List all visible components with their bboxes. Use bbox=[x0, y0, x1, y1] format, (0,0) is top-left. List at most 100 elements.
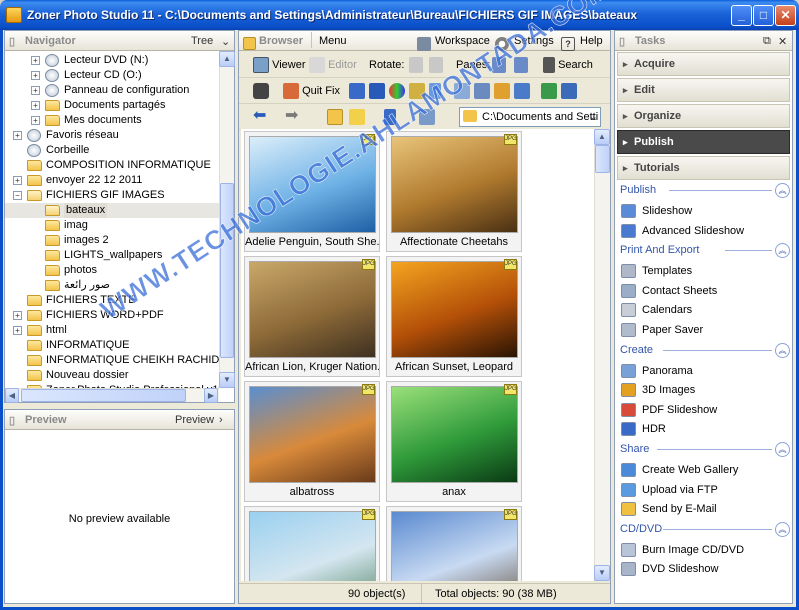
scroll-right-icon[interactable]: ▶ bbox=[204, 388, 218, 403]
task-button-organize[interactable]: Organize bbox=[617, 104, 790, 128]
task-section-header[interactable]: Print And Export ︽ bbox=[620, 243, 790, 259]
resize-icon[interactable] bbox=[474, 82, 490, 100]
rotate-left-icon[interactable] bbox=[409, 56, 423, 74]
tree-item[interactable]: FICHIERS TEXTE bbox=[5, 293, 219, 308]
tree-item[interactable]: Corbeille bbox=[5, 143, 219, 158]
expander-icon[interactable]: + bbox=[31, 71, 40, 80]
chevron-down-icon[interactable]: ⌄ bbox=[589, 108, 598, 126]
expander-icon[interactable]: + bbox=[13, 131, 22, 140]
pin-icon[interactable]: ▯ bbox=[9, 35, 15, 48]
task-item[interactable]: Send by E-Mail bbox=[621, 500, 717, 518]
tree-item[interactable]: صور رائعة bbox=[5, 278, 219, 293]
navigator-vertical-scrollbar[interactable]: ▲ ▼ bbox=[219, 51, 235, 388]
task-item[interactable]: 3D Images bbox=[621, 381, 695, 399]
preview-mode[interactable]: Preview bbox=[175, 414, 214, 426]
color-icon[interactable] bbox=[389, 82, 405, 100]
task-button-edit[interactable]: Edit bbox=[617, 78, 790, 102]
tree-item[interactable]: + Favoris réseau bbox=[5, 128, 219, 143]
chevron-down-icon[interactable]: ⌄ bbox=[221, 35, 230, 48]
expander-icon[interactable]: + bbox=[31, 56, 40, 65]
back-arrow-icon[interactable]: ⬅ bbox=[253, 108, 266, 126]
brush-icon[interactable] bbox=[409, 82, 425, 100]
tree-item[interactable]: + Mes documents bbox=[5, 113, 219, 128]
task-item[interactable]: DVD Slideshow bbox=[621, 560, 718, 578]
forward-arrow-icon[interactable]: ➡ bbox=[285, 108, 298, 126]
task-item[interactable]: Create Web Gallery bbox=[621, 461, 738, 479]
tree-item[interactable]: + Lecteur DVD (N:) bbox=[5, 53, 219, 68]
horizontal-scroll-thumb[interactable] bbox=[21, 389, 186, 402]
task-item[interactable]: Panorama bbox=[621, 362, 693, 380]
levels-icon[interactable] bbox=[349, 82, 365, 100]
task-section-header[interactable]: CD/DVD ︽ bbox=[620, 521, 790, 538]
task-item[interactable]: Paper Saver bbox=[621, 321, 703, 339]
task-item[interactable]: PDF Slideshow bbox=[621, 401, 717, 419]
search-button[interactable]: Search bbox=[543, 56, 593, 74]
tree-item[interactable]: INFORMATIQUE CHEIKH RACHID bbox=[5, 353, 219, 368]
expander-icon[interactable]: + bbox=[13, 176, 22, 185]
chevron-right-icon[interactable]: › bbox=[219, 414, 223, 426]
settings-button[interactable]: Settings bbox=[514, 35, 554, 47]
task-item[interactable]: Slideshow bbox=[621, 202, 692, 220]
effects-icon[interactable] bbox=[494, 82, 510, 100]
scroll-up-icon[interactable]: ▲ bbox=[594, 129, 610, 145]
thumbnail[interactable]: JPG bbox=[244, 506, 380, 581]
expander-icon[interactable]: − bbox=[13, 191, 22, 200]
rotate-right-icon[interactable] bbox=[429, 56, 443, 74]
tree-item[interactable]: + html bbox=[5, 323, 219, 338]
editor-button[interactable]: Editor bbox=[309, 56, 357, 74]
task-button-tutorials[interactable]: Tutorials bbox=[617, 156, 790, 180]
task-item[interactable]: Upload via FTP bbox=[621, 481, 718, 499]
collapse-icon[interactable]: ︽ bbox=[775, 243, 790, 259]
panes-left-icon[interactable] bbox=[492, 56, 506, 74]
scroll-down-icon[interactable]: ▼ bbox=[219, 372, 235, 388]
scroll-up-icon[interactable]: ▲ bbox=[219, 51, 235, 67]
crop-icon[interactable] bbox=[454, 82, 470, 100]
close-button[interactable]: ✕ bbox=[775, 5, 796, 26]
tree-item[interactable]: LIGHTS_wallpapers bbox=[5, 248, 219, 263]
task-button-acquire[interactable]: Acquire bbox=[617, 52, 790, 76]
thumbnail[interactable]: JPG Adelie Penguin, South She... bbox=[244, 131, 380, 252]
tree-item[interactable]: Nouveau dossier bbox=[5, 368, 219, 383]
panes-right-icon[interactable] bbox=[514, 56, 528, 74]
task-section-header[interactable]: Publish ︽ bbox=[620, 183, 790, 199]
collapse-icon[interactable]: ︽ bbox=[775, 442, 790, 457]
maximize-button[interactable]: □ bbox=[753, 5, 774, 26]
share-icon[interactable] bbox=[561, 82, 577, 100]
workspace-button[interactable]: Workspace bbox=[435, 35, 490, 47]
task-item[interactable]: Advanced Slideshow bbox=[621, 222, 744, 240]
quickfix-button[interactable]: Quit Fix bbox=[283, 82, 340, 100]
collapse-icon[interactable]: ︽ bbox=[775, 521, 790, 537]
tree-item[interactable]: + Lecteur CD (O:) bbox=[5, 68, 219, 83]
close-icon[interactable]: ✕ bbox=[778, 35, 787, 48]
pin-icon[interactable]: ▯ bbox=[619, 35, 625, 48]
menu-button[interactable]: Menu bbox=[319, 35, 347, 47]
viewer-button[interactable]: Viewer bbox=[253, 56, 306, 74]
expander-icon[interactable]: + bbox=[13, 311, 22, 320]
scroll-down-icon[interactable]: ▼ bbox=[594, 565, 610, 581]
export-icon[interactable] bbox=[514, 82, 530, 100]
thumbnail[interactable]: JPG bbox=[386, 506, 522, 581]
thumbnail[interactable]: JPG anax bbox=[386, 381, 522, 502]
expander-icon[interactable]: + bbox=[31, 116, 40, 125]
scroll-left-icon[interactable]: ◀ bbox=[5, 388, 19, 403]
help-button[interactable]: Help bbox=[580, 35, 603, 47]
path-field[interactable]: C:\Documents and Setti ⌄ bbox=[459, 107, 601, 127]
folder-up-icon[interactable] bbox=[327, 108, 343, 126]
minimize-button[interactable]: _ bbox=[731, 5, 752, 26]
collapse-icon[interactable]: ︽ bbox=[775, 183, 790, 198]
scroll-thumb[interactable] bbox=[220, 183, 234, 358]
favorites-icon[interactable] bbox=[349, 108, 365, 126]
tree-item[interactable]: COMPOSITION INFORMATIQUE bbox=[5, 158, 219, 173]
expander-icon[interactable]: + bbox=[31, 86, 40, 95]
tree-item[interactable]: − FICHIERS GIF IMAGES bbox=[5, 188, 219, 203]
sharpen-icon[interactable] bbox=[429, 82, 441, 100]
thumbnail[interactable]: JPG albatross bbox=[244, 381, 380, 502]
tree-item[interactable]: imag bbox=[5, 218, 219, 233]
tree-item[interactable]: bateaux bbox=[5, 203, 219, 218]
tree-item[interactable]: + Documents partagés bbox=[5, 98, 219, 113]
batch-icon[interactable] bbox=[541, 82, 557, 100]
view-mode-icon[interactable] bbox=[419, 108, 435, 126]
thumbnail[interactable]: JPG African Lion, Kruger Nation... bbox=[244, 256, 380, 377]
scroll-thumb[interactable] bbox=[595, 145, 610, 173]
browser-tab[interactable]: Browser bbox=[259, 35, 303, 47]
